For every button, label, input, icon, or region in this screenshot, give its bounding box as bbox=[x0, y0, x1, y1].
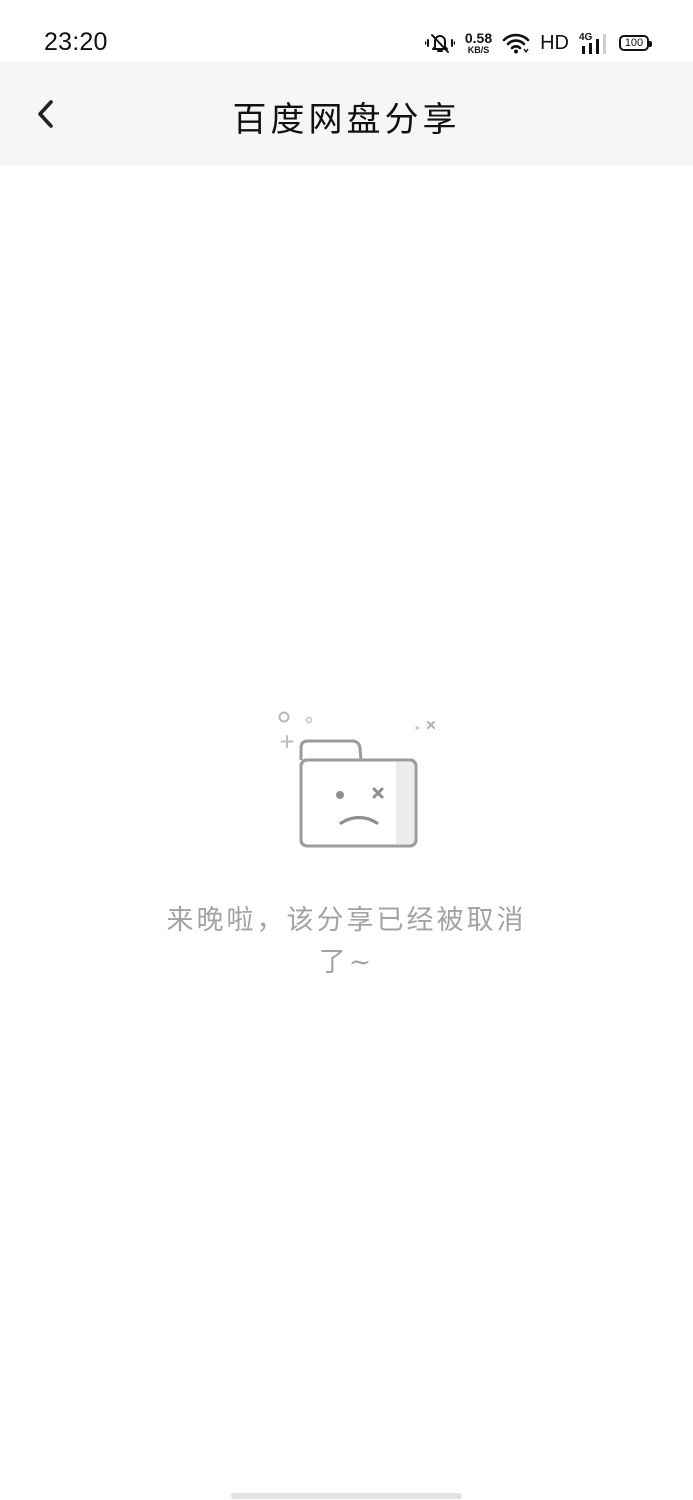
net-speed-unit: KB/S bbox=[467, 45, 490, 55]
sad-folder-icon bbox=[278, 711, 435, 848]
empty-message: 来晚啦，该分享已经被取消了~ bbox=[166, 905, 527, 978]
hd-label: HD bbox=[540, 31, 569, 54]
signal-icon: 4G bbox=[579, 32, 606, 54]
page-title: 百度网盘分享 bbox=[232, 100, 461, 140]
net-speed: 0.58 KB/S bbox=[465, 31, 492, 55]
status-time: 23:20 bbox=[44, 28, 108, 56]
mute-vibrate-icon bbox=[424, 34, 455, 53]
status-bar: 23:20 0.58 KB/S HD 4G 100 bbox=[0, 0, 693, 62]
network-type-label: 4G bbox=[579, 32, 593, 43]
net-speed-value: 0.58 bbox=[464, 30, 493, 46]
battery-icon: 100 bbox=[619, 35, 652, 51]
wifi-icon bbox=[502, 33, 530, 54]
battery-level: 100 bbox=[624, 37, 644, 49]
home-indicator[interactable] bbox=[231, 1493, 462, 1499]
nav-bar: 百度网盘分享 bbox=[0, 62, 693, 166]
status-icons: 0.58 KB/S HD 4G 100 bbox=[424, 28, 652, 58]
empty-state: 来晚啦，该分享已经被取消了~ bbox=[0, 700, 693, 984]
